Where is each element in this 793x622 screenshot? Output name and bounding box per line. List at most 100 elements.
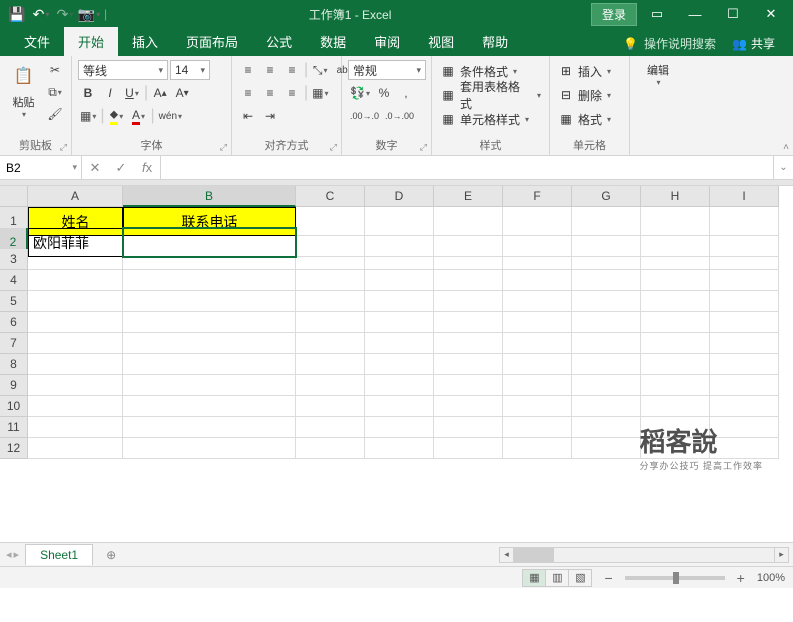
cell-E8[interactable] <box>434 354 503 375</box>
number-format-select[interactable]: 常规 <box>348 60 426 80</box>
cut-icon[interactable]: ✂ <box>45 60 65 80</box>
cell-B11[interactable] <box>123 417 296 438</box>
cell-F7[interactable] <box>503 333 572 354</box>
tab-data[interactable]: 数据 <box>306 27 360 56</box>
tab-view[interactable]: 视图 <box>414 27 468 56</box>
cell-F9[interactable] <box>503 375 572 396</box>
cell-A3[interactable] <box>28 249 123 270</box>
cell-F11[interactable] <box>503 417 572 438</box>
tab-page-layout[interactable]: 页面布局 <box>172 27 252 56</box>
col-header-C[interactable]: C <box>296 186 365 207</box>
cell-C8[interactable] <box>296 354 365 375</box>
cell-B5[interactable] <box>123 291 296 312</box>
decrease-decimal-button[interactable]: .0→.00 <box>383 106 416 126</box>
tab-formulas[interactable]: 公式 <box>252 27 306 56</box>
cell-I5[interactable] <box>710 291 779 312</box>
tab-insert[interactable]: 插入 <box>118 27 172 56</box>
spreadsheet-grid[interactable]: ABCDEFGHI1姓名联系电话2欧阳菲菲3456789101112 稻客說 分… <box>0 186 793 542</box>
increase-decimal-button[interactable]: .00→.0 <box>348 106 381 126</box>
font-color-button[interactable]: A▾ <box>129 106 149 126</box>
cell-D12[interactable] <box>365 438 434 459</box>
italic-button[interactable]: I <box>100 83 120 103</box>
tell-me-search[interactable]: 💡 操作说明搜索 <box>615 31 724 56</box>
cell-B10[interactable] <box>123 396 296 417</box>
sheet-nav[interactable]: ◂▸ <box>0 548 25 561</box>
cell-D6[interactable] <box>365 312 434 333</box>
increase-indent-button[interactable]: ⇥ <box>260 106 280 126</box>
cell-H4[interactable] <box>641 270 710 291</box>
cell-B6[interactable] <box>123 312 296 333</box>
align-right-button[interactable]: ≡ <box>282 83 302 103</box>
col-header-E[interactable]: E <box>434 186 503 207</box>
row-header-4[interactable]: 4 <box>0 270 28 291</box>
horizontal-scrollbar[interactable]: ◂▸ <box>499 547 789 563</box>
cell-I7[interactable] <box>710 333 779 354</box>
cell-C6[interactable] <box>296 312 365 333</box>
insert-cells-button[interactable]: ⊞插入▾ <box>556 60 623 82</box>
zoom-in-button[interactable]: + <box>733 570 749 586</box>
grow-font-button[interactable]: A▴ <box>150 83 170 103</box>
cell-D10[interactable] <box>365 396 434 417</box>
decrease-indent-button[interactable]: ⇤ <box>238 106 258 126</box>
cell-C3[interactable] <box>296 249 365 270</box>
cell-A6[interactable] <box>28 312 123 333</box>
accounting-format-button[interactable]: 💱▾ <box>348 83 372 103</box>
cell-D5[interactable] <box>365 291 434 312</box>
cell-I12[interactable] <box>710 438 779 459</box>
fill-color-button[interactable]: ⬥▾ <box>107 106 127 126</box>
select-all-corner[interactable] <box>0 186 28 207</box>
format-painter-icon[interactable]: 🖌 <box>45 104 65 124</box>
normal-view-icon[interactable]: ▦ <box>522 569 546 587</box>
cell-D8[interactable] <box>365 354 434 375</box>
merge-button[interactable]: ▦▾ <box>310 83 330 103</box>
undo-icon[interactable]: ↶▾ <box>30 3 52 25</box>
cell-I10[interactable] <box>710 396 779 417</box>
phonetic-button[interactable]: wén▾ <box>157 106 184 126</box>
cell-B12[interactable] <box>123 438 296 459</box>
row-header-11[interactable]: 11 <box>0 417 28 438</box>
share-button[interactable]: 👥 共享 <box>724 31 783 56</box>
cell-D4[interactable] <box>365 270 434 291</box>
cell-D7[interactable] <box>365 333 434 354</box>
cell-H10[interactable] <box>641 396 710 417</box>
col-header-A[interactable]: A <box>28 186 123 207</box>
cell-F12[interactable] <box>503 438 572 459</box>
clipboard-dialog-icon[interactable]: ⤢ <box>60 142 67 153</box>
cell-D11[interactable] <box>365 417 434 438</box>
delete-cells-button[interactable]: ⊟删除▾ <box>556 84 623 106</box>
add-sheet-button[interactable]: ⊕ <box>99 545 123 565</box>
col-header-D[interactable]: D <box>365 186 434 207</box>
row-header-10[interactable]: 10 <box>0 396 28 417</box>
expand-formula-icon[interactable]: ⌄ <box>773 156 793 179</box>
cell-A8[interactable] <box>28 354 123 375</box>
cell-C12[interactable] <box>296 438 365 459</box>
font-size-select[interactable]: 14 <box>170 60 210 80</box>
tab-help[interactable]: 帮助 <box>468 27 522 56</box>
cell-A12[interactable] <box>28 438 123 459</box>
cell-E3[interactable] <box>434 249 503 270</box>
cell-H8[interactable] <box>641 354 710 375</box>
cell-A9[interactable] <box>28 375 123 396</box>
cell-E5[interactable] <box>434 291 503 312</box>
fx-icon[interactable]: fx <box>134 160 160 175</box>
page-layout-view-icon[interactable]: ▥ <box>545 569 569 587</box>
cell-C11[interactable] <box>296 417 365 438</box>
cell-G4[interactable] <box>572 270 641 291</box>
number-dialog-icon[interactable]: ⤢ <box>420 142 427 153</box>
cell-E11[interactable] <box>434 417 503 438</box>
cell-A10[interactable] <box>28 396 123 417</box>
close-icon[interactable]: ✕ <box>753 2 789 26</box>
cell-G6[interactable] <box>572 312 641 333</box>
row-header-8[interactable]: 8 <box>0 354 28 375</box>
redo-icon[interactable]: ↷▾ <box>54 3 76 25</box>
cell-F5[interactable] <box>503 291 572 312</box>
align-left-button[interactable]: ≡ <box>238 83 258 103</box>
bold-button[interactable]: B <box>78 83 98 103</box>
col-header-F[interactable]: F <box>503 186 572 207</box>
zoom-slider[interactable] <box>625 576 725 580</box>
camera-icon[interactable]: 📷▾ <box>78 3 100 25</box>
row-header-12[interactable]: 12 <box>0 438 28 459</box>
orientation-button[interactable]: ⤡▾ <box>310 60 330 80</box>
name-box[interactable]: B2 <box>0 156 82 179</box>
minimize-icon[interactable]: — <box>677 2 713 26</box>
